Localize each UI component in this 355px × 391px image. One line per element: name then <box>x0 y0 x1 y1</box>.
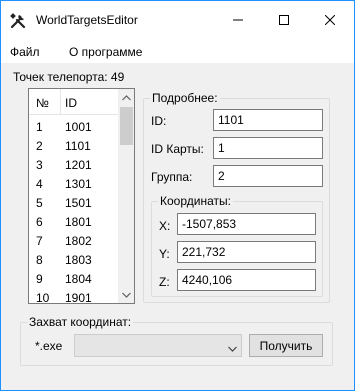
column-separator[interactable] <box>60 89 61 115</box>
row-number: 3 <box>36 158 43 172</box>
row-id: 1301 <box>65 177 92 191</box>
row-number: 5 <box>36 196 43 210</box>
list-item[interactable]: 5 1501 <box>29 192 118 211</box>
row-number: 7 <box>36 234 43 248</box>
row-id: 1001 <box>65 120 92 134</box>
main-window: WorldTargetsEditor Файл О программе Точе… <box>0 0 355 391</box>
exe-label: *.exe <box>35 339 63 353</box>
details-title: Подробнее: <box>150 91 220 105</box>
capture-title: Захват координат: <box>27 315 134 329</box>
map-id-field[interactable]: 1 <box>213 137 323 159</box>
row-number: 9 <box>36 272 43 286</box>
list-body: 1 1001 2 1101 3 1201 4 1301 5 1501 6 1801 7 180… <box>29 116 118 304</box>
list-item[interactable]: 4 1301 <box>29 173 118 192</box>
z-coordinate-field[interactable]: 4240,106 <box>177 269 316 291</box>
id-label: ID: <box>151 114 167 128</box>
list-header: № ID <box>29 89 118 115</box>
list-item[interactable]: 9 1804 <box>29 268 118 287</box>
row-id: 1804 <box>65 272 92 286</box>
coordinates-title: Координаты: <box>158 194 233 208</box>
scroll-down-icon[interactable] <box>118 286 134 303</box>
scroll-up-icon[interactable] <box>118 89 134 106</box>
maximize-button[interactable] <box>261 1 307 39</box>
id-field[interactable]: 1101 <box>213 109 323 131</box>
row-id: 1802 <box>65 234 92 248</box>
list-item[interactable]: 1 1001 <box>29 116 118 135</box>
z-label: Z: <box>159 275 170 289</box>
get-coordinates-button[interactable]: Получить <box>249 334 323 357</box>
close-button[interactable] <box>307 1 353 39</box>
row-id: 1201 <box>65 158 92 172</box>
list-item[interactable]: 6 1801 <box>29 211 118 230</box>
scroll-thumb[interactable] <box>120 107 133 145</box>
row-id: 1901 <box>65 291 92 304</box>
teleports-count-label: Точек телепорта: 49 <box>11 70 127 84</box>
minimize-button[interactable] <box>215 1 261 39</box>
menu-file[interactable]: Файл <box>10 45 40 59</box>
list-item[interactable]: 3 1201 <box>29 154 118 173</box>
row-number: 1 <box>36 120 43 134</box>
title-bar[interactable]: WorldTargetsEditor <box>1 1 354 39</box>
window-title: WorldTargetsEditor <box>36 13 138 27</box>
row-number: 6 <box>36 215 43 229</box>
row-number: 2 <box>36 139 43 153</box>
list-item[interactable]: 8 1803 <box>29 249 118 268</box>
list-item[interactable]: 2 1101 <box>29 135 118 154</box>
group-field[interactable]: 2 <box>213 165 323 187</box>
teleport-list[interactable]: № ID 1 1001 2 1101 3 1201 4 1301 5 1501 6 1801… <box>28 88 135 304</box>
x-coordinate-field[interactable]: -1507,853 <box>177 213 316 235</box>
row-number: 10 <box>36 291 50 304</box>
chevron-down-icon[interactable] <box>228 341 237 355</box>
column-header-id[interactable]: ID <box>65 96 77 110</box>
row-number: 4 <box>36 177 43 191</box>
y-coordinate-field[interactable]: 221,732 <box>177 241 316 263</box>
list-scrollbar[interactable] <box>118 89 134 303</box>
list-item[interactable]: 7 1802 <box>29 230 118 249</box>
row-id: 1801 <box>65 215 92 229</box>
x-label: X: <box>159 219 171 233</box>
row-id: 1803 <box>65 253 92 267</box>
map-id-label: ID Карты: <box>151 142 204 156</box>
list-item[interactable]: 10 1901 <box>29 287 118 304</box>
tools-icon <box>10 13 26 29</box>
column-header-no[interactable]: № <box>36 96 49 110</box>
process-select[interactable] <box>74 334 242 357</box>
row-id: 1501 <box>65 196 92 210</box>
menu-about[interactable]: О программе <box>69 45 142 59</box>
group-label: Группа: <box>151 170 193 184</box>
row-number: 8 <box>36 253 43 267</box>
y-label: Y: <box>159 247 170 261</box>
row-id: 1101 <box>65 139 91 153</box>
menu-bar: Файл О программе <box>1 39 354 63</box>
